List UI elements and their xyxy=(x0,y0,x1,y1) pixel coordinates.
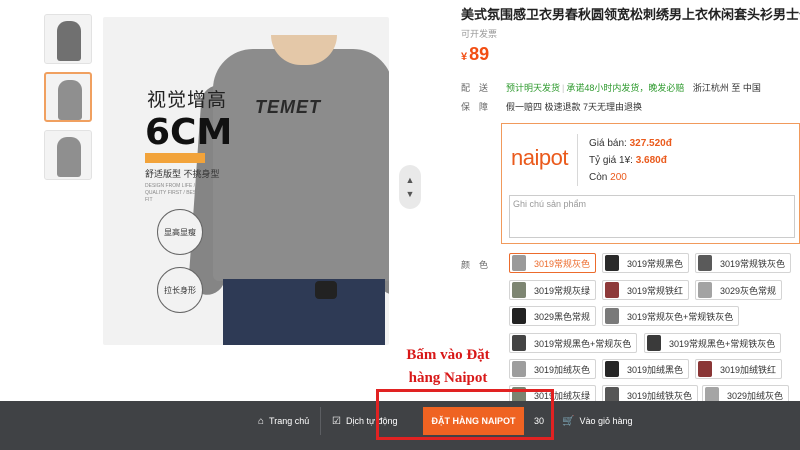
add-to-cart-link[interactable]: 🛒 Vào giỏ hàng xyxy=(562,401,633,441)
color-option-label: 3019加绒铁红 xyxy=(720,364,777,375)
product-note-input[interactable] xyxy=(509,195,795,238)
home-link[interactable]: ⌂ Trang chủ xyxy=(258,401,309,441)
color-option[interactable]: 3019常规黑色 xyxy=(602,253,690,273)
chevron-up-icon[interactable]: ▲ xyxy=(406,173,415,187)
shipping-route: 浙江杭州 至 中国 xyxy=(692,83,761,93)
annotation-line-1: Bấm vào Đặt xyxy=(406,347,490,363)
model-jeans xyxy=(223,279,385,345)
toolbar-divider xyxy=(320,407,321,435)
image-scroll-control[interactable]: ▲ ▼ xyxy=(399,165,421,209)
promo-fine-print: DESIGN FROM LIFE / QUALITY FIRST / BEST … xyxy=(145,183,200,203)
color-option-label: 3019加绒铁灰色 xyxy=(627,390,693,401)
color-option[interactable]: 3029灰色常规 xyxy=(695,280,783,300)
color-option[interactable]: 3019常规灰色 xyxy=(509,253,597,273)
color-swatch xyxy=(605,255,619,271)
rate-value: 3.680đ xyxy=(635,155,667,166)
color-swatch xyxy=(605,361,619,377)
color-option[interactable]: 3019加绒灰色 xyxy=(509,359,597,379)
shipping-commit: 承诺48小时内发货，晚发必赔 xyxy=(566,83,685,93)
cart-icon: 🛒 xyxy=(562,415,575,427)
currency-symbol: ¥ xyxy=(461,51,468,63)
sweater-body xyxy=(213,49,389,281)
color-swatch xyxy=(647,335,661,351)
home-label: Trang chủ xyxy=(269,416,310,426)
rate-label: Tỷ giá 1¥: xyxy=(589,155,633,166)
guarantee-label: 保障 xyxy=(461,102,498,112)
color-option-label: 3029加绒灰色 xyxy=(727,390,784,401)
naipot-divider xyxy=(577,134,578,186)
color-swatch xyxy=(698,282,712,298)
main-product-image: TEMET 视觉增高 6CM 舒适版型 不挑身型 DESIGN FROM LIF… xyxy=(103,17,389,345)
promo-headline: 视觉增高 xyxy=(147,90,228,111)
color-option-label: 3019常规铁灰色 xyxy=(720,258,786,269)
stock-value: 200 xyxy=(610,172,627,183)
color-option-label: 3019常规铁红 xyxy=(627,285,684,296)
color-swatch xyxy=(605,308,619,324)
home-icon: ⌂ xyxy=(258,415,265,427)
color-option[interactable]: 3019常规铁红 xyxy=(602,280,690,300)
color-option-label: 3019常规黑色+常规铁灰色 xyxy=(669,338,776,349)
color-option-label: 3019常规灰色+常规铁灰色 xyxy=(627,311,734,322)
thumbnail-1[interactable] xyxy=(44,14,92,64)
color-option[interactable]: 3019加绒黑色 xyxy=(602,359,690,379)
naipot-logo: naipot xyxy=(511,145,568,170)
color-swatch xyxy=(512,282,526,298)
color-option-label: 3019常规黑色 xyxy=(627,258,684,269)
color-label: 颜色 xyxy=(461,260,498,270)
annotation-line-2: hàng Naipot xyxy=(408,370,488,386)
sell-price-label: Giá bán: xyxy=(589,138,627,149)
thumbnail-2[interactable] xyxy=(44,72,92,122)
color-option[interactable]: 3019常规铁灰色 xyxy=(695,253,792,273)
color-option-label: 3019加绒灰色 xyxy=(534,364,591,375)
color-option[interactable]: 3019常规黑色+常规铁灰色 xyxy=(644,333,782,353)
sell-price-line: Giá bán: 327.520đ xyxy=(589,138,672,149)
color-option[interactable]: 3019常规灰色+常规铁灰色 xyxy=(602,306,740,326)
watch xyxy=(315,281,337,299)
naipot-panel: naipot Giá bán: 327.520đ Tỷ giá 1¥: 3.68… xyxy=(501,123,800,244)
color-option-label: 3029黑色常规 xyxy=(534,311,591,322)
color-swatch xyxy=(605,282,619,298)
promo-badge-2: 拉长身形 xyxy=(157,267,203,313)
product-title: 美式氛围感卫衣男春秋圆领宽松刺绣男上衣休闲套头衫男士长 xyxy=(461,7,800,22)
add-to-cart-label: Vào giỏ hàng xyxy=(579,416,633,426)
color-option[interactable]: 3019加绒铁红 xyxy=(695,359,783,379)
guarantee-text: 假一赔四 极速退款 7天无理由退换 xyxy=(506,102,643,112)
highlight-box xyxy=(376,389,554,440)
shipping-info: 预计明天发货 | 承诺48小时内发货，晚发必赔 浙江杭州 至 中国 xyxy=(506,81,761,94)
color-option-label: 3019常规黑色+常规灰色 xyxy=(534,338,632,349)
color-option-label: 3019常规灰色 xyxy=(534,258,591,269)
color-option-label: 3029灰色常规 xyxy=(720,285,777,296)
color-swatch xyxy=(512,361,526,377)
instruction-annotation: Bấm vào Đặt hàng Naipot xyxy=(388,344,508,390)
promo-subtext: 舒适版型 不挑身型 xyxy=(145,169,220,179)
shipping-separator: | xyxy=(562,83,565,93)
promo-badge-1: 显高显瘦 xyxy=(157,209,203,255)
color-option[interactable]: 3019常规黑色+常规灰色 xyxy=(509,333,638,353)
color-swatch xyxy=(512,308,526,324)
shirt-logo: TEMET xyxy=(255,97,321,117)
color-swatch xyxy=(512,335,526,351)
checkbox-icon[interactable]: ☑ xyxy=(332,416,341,427)
color-option[interactable]: 3019常规灰绿 xyxy=(509,280,597,300)
rate-line: Tỷ giá 1¥: 3.680đ xyxy=(589,155,667,166)
color-swatch xyxy=(512,255,526,271)
shipping-label: 配送 xyxy=(461,83,498,93)
chevron-down-icon[interactable]: ▼ xyxy=(406,187,415,201)
promo-big-text: 6CM xyxy=(145,112,233,153)
price-value: 89 xyxy=(469,44,490,64)
product-price: ¥89 xyxy=(461,44,489,65)
invoice-note: 可开发票 xyxy=(461,29,498,39)
color-swatch xyxy=(698,255,712,271)
color-swatch xyxy=(698,361,712,377)
shipping-promise: 预计明天发货 xyxy=(506,83,561,93)
stock-line: Còn 200 xyxy=(589,172,627,183)
color-option[interactable]: 3029黑色常规 xyxy=(509,306,597,326)
thumbnail-3[interactable] xyxy=(44,130,92,180)
stock-label: Còn xyxy=(589,172,608,183)
promo-highlight-bar xyxy=(145,153,205,163)
color-option-label: 3019加绒黑色 xyxy=(627,364,684,375)
color-option-label: 3019常规灰绿 xyxy=(534,285,591,296)
sell-price-value: 327.520đ xyxy=(629,138,672,149)
